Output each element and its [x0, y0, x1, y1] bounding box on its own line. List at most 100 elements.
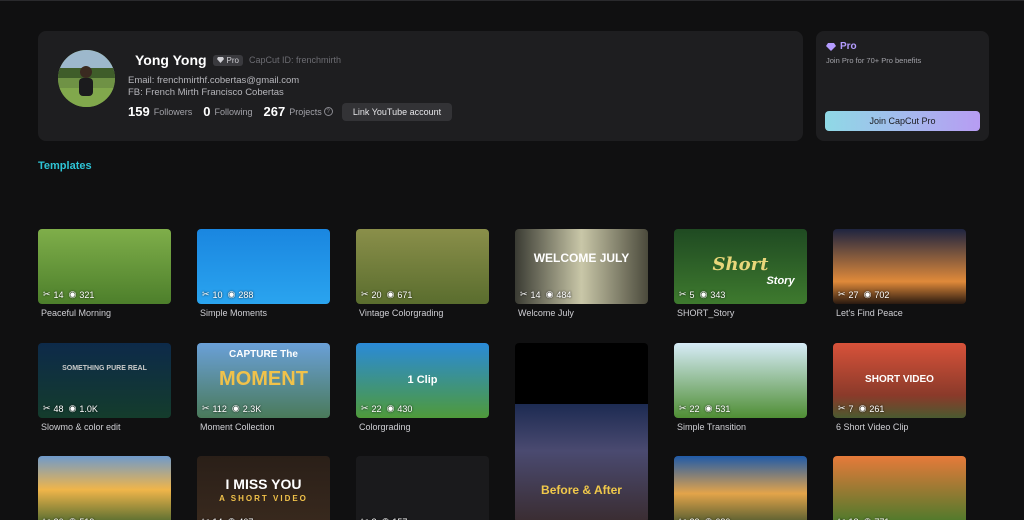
scissors-icon: ✂ [679, 403, 687, 413]
eye-icon: ◉ [858, 403, 867, 413]
template-thumbnail[interactable]: ✂18 ◉771 [833, 456, 966, 520]
template-stats: ✂23 ◉680 [679, 516, 730, 520]
template-thumbnail[interactable]: ✂2 ◉157 [356, 456, 489, 520]
scissors-icon: ✂ [43, 289, 51, 299]
scissors-icon: ✂ [838, 289, 846, 299]
eye-icon: ◉ [68, 289, 77, 299]
template-title[interactable]: SHORT_Story [677, 308, 734, 318]
eye-icon: ◉ [228, 516, 236, 520]
template-thumbnail[interactable]: ✂26 ◉519 [38, 456, 171, 520]
followers-label[interactable]: Followers [154, 107, 193, 117]
template-thumbnail[interactable]: ✂ 10 ◉ 288 [197, 229, 330, 304]
template-thumbnail[interactable]: ✂ 22 ◉ 531 [674, 343, 807, 418]
template-thumbnail[interactable]: Before & After [515, 343, 648, 520]
eye-icon: ◉ [68, 403, 77, 413]
template-title[interactable]: Vintage Colorgrading [359, 308, 443, 318]
template-title[interactable]: Moment Collection [200, 422, 275, 432]
scissors-icon: ✂ [361, 403, 369, 413]
pro-badge-label: Pro [226, 55, 239, 65]
views-count: 1.0K [79, 403, 98, 414]
template-stats: ✂ 10 ◉ 288 [202, 289, 253, 300]
template-stats: ✂26 ◉519 [43, 516, 94, 520]
template-thumbnail[interactable]: ✂ 14 ◉ 321 [38, 229, 171, 304]
template-title[interactable]: Colorgrading [359, 422, 411, 432]
followers-count[interactable]: 159 [128, 104, 150, 119]
uses-count: 22 [689, 403, 700, 414]
views-count: 321 [79, 289, 95, 300]
template-thumbnail[interactable]: SHORT VIDEO ✂ 7 ◉ 261 [833, 343, 966, 418]
template-stats: ✂ 14 ◉ 484 [520, 289, 571, 300]
views-count: 771 [874, 517, 889, 520]
views-count: 519 [79, 517, 94, 520]
template-title[interactable]: Welcome July [518, 308, 574, 318]
following-count[interactable]: 0 [203, 104, 210, 119]
name-row: Yong Yong Pro CapCut ID: frenchmirth [135, 52, 341, 68]
views-count: 343 [710, 289, 726, 300]
thumbnail-overlay-text: I MISS YOU [225, 476, 302, 492]
scissors-icon: ✂ [838, 403, 846, 413]
diamond-icon [216, 57, 224, 63]
pro-title-label: Pro [840, 41, 857, 52]
template-title[interactable]: Simple Transition [677, 422, 746, 432]
avatar[interactable] [58, 50, 115, 107]
template-thumbnail[interactable]: CAPTURE The MOMENT ✂ 112 ◉ 2.3K [197, 343, 330, 418]
template-thumbnail[interactable]: WELCOME JULY ✂ 14 ◉ 484 [515, 229, 648, 304]
views-count: 430 [397, 403, 413, 414]
views-count: 157 [392, 517, 407, 520]
thumbnail-overlay-text: WELCOME JULY [533, 251, 630, 265]
eye-icon: ◉ [863, 289, 872, 299]
uses-count: 18 [849, 517, 859, 520]
template-thumbnail[interactable]: ✂23 ◉680 [674, 456, 807, 520]
scissors-icon: ✂ [43, 403, 51, 413]
diamond-icon [826, 42, 836, 51]
thumbnail-overlay-text: CAPTURE The [229, 349, 298, 360]
eye-icon: ◉ [227, 289, 236, 299]
template-title[interactable]: Let's Find Peace [836, 308, 903, 318]
views-count: 407 [238, 517, 253, 520]
pro-badge: Pro [212, 54, 243, 66]
template-thumbnail[interactable]: SOMETHING PURE REAL ✂ 48 ◉ 1.0K [38, 343, 171, 418]
template-thumbnail[interactable]: Short Story ✂ 5 ◉ 343 [674, 229, 807, 304]
eye-icon: ◉ [386, 289, 395, 299]
template-stats: ✂ 20 ◉ 671 [361, 289, 412, 300]
eye-icon: ◉ [699, 289, 708, 299]
template-stats: ✂14 ◉407 [202, 516, 253, 520]
projects-count: 267 [263, 104, 286, 119]
template-thumbnail[interactable]: I MISS YOU A SHORT VIDEO ✂14 ◉407 [197, 456, 330, 520]
scissors-icon: ✂ [202, 289, 210, 299]
following-label[interactable]: Following [214, 107, 252, 117]
template-stats: ✂18 ◉771 [838, 516, 889, 520]
join-pro-button[interactable]: Join CapCut Pro [825, 111, 980, 131]
template-thumbnail[interactable]: ✂ 20 ◉ 671 [356, 229, 489, 304]
thumbnail-overlay-subtext: MOMENT [219, 368, 308, 390]
uses-count: 14 [53, 289, 64, 300]
thumbnail-overlay-text: SOMETHING PURE REAL [62, 365, 147, 372]
template-thumbnail[interactable]: ✂ 27 ◉ 702 [833, 229, 966, 304]
profile-name: Yong Yong [135, 52, 207, 68]
uses-count: 5 [689, 289, 695, 300]
top-divider [0, 0, 1024, 1]
template-stats: ✂ 22 ◉ 430 [361, 403, 412, 414]
template-title[interactable]: Peaceful Morning [41, 308, 111, 318]
uses-count: 2 [372, 517, 377, 520]
eye-icon: ◉ [704, 403, 713, 413]
link-youtube-button[interactable]: Link YouTube account [342, 103, 452, 121]
template-stats: ✂2 ◉157 [361, 516, 407, 520]
scissors-icon: ✂ [679, 289, 687, 299]
projects-label: Projects [289, 106, 322, 117]
scissors-icon: ✂ [520, 289, 528, 299]
profile-email: Email: frenchmirthf.cobertas@gmail.com [128, 75, 300, 86]
template-thumbnail[interactable]: 1 Clip ✂ 22 ◉ 430 [356, 343, 489, 418]
template-title[interactable]: Simple Moments [200, 308, 267, 318]
help-icon[interactable]: ? [323, 107, 333, 116]
template-title[interactable]: 6 Short Video Clip [836, 422, 908, 432]
thumbnail-overlay-text: 1 Clip [407, 374, 438, 386]
templates-heading[interactable]: Templates [38, 160, 92, 172]
views-count: 484 [556, 289, 572, 300]
template-title[interactable]: Slowmo & color edit [41, 422, 121, 432]
template-stats: ✂ 5 ◉ 343 [679, 289, 725, 300]
views-count: 702 [874, 289, 890, 300]
scissors-icon: ✂ [202, 403, 210, 413]
template-stats: ✂ 14 ◉ 321 [43, 289, 94, 300]
uses-count: 10 [212, 289, 223, 300]
